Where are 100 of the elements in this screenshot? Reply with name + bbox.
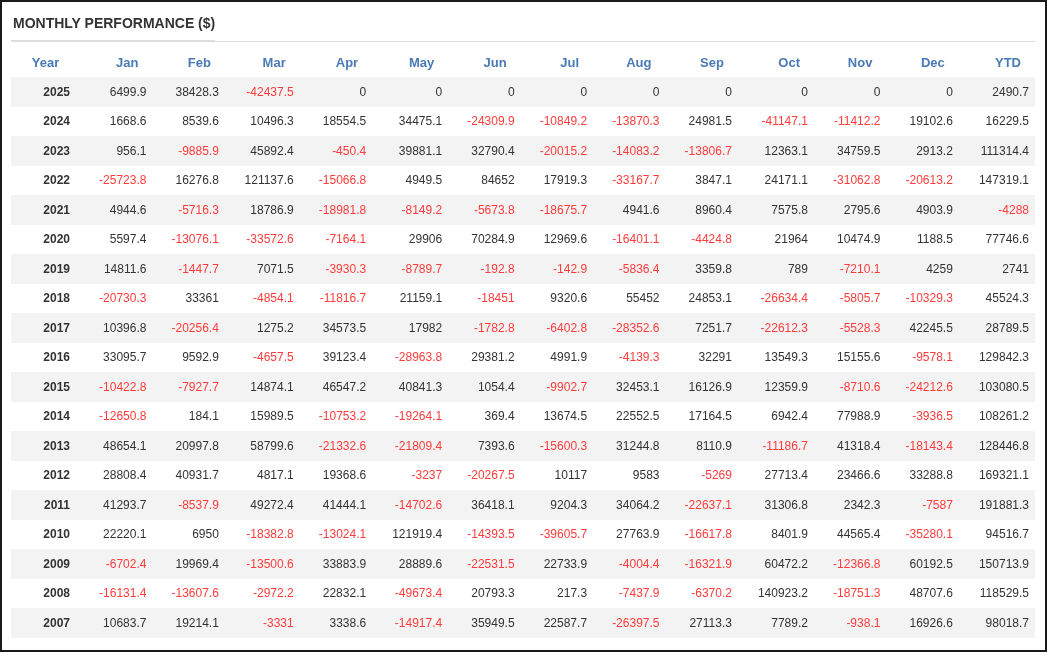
table-cell: -12650.8 (80, 401, 153, 431)
table-cell: 6499.9 (80, 77, 153, 107)
table-cell: 31244.8 (593, 431, 666, 461)
table-cell: 58799.6 (224, 431, 300, 461)
table-cell: 29381.2 (448, 342, 521, 372)
table-cell: -8537.9 (152, 490, 225, 520)
table-cell: -14917.4 (372, 608, 449, 638)
table-cell: -22531.5 (448, 549, 521, 579)
table-cell: 118529.5 (958, 578, 1035, 608)
table-cell: -41147.1 (737, 106, 814, 136)
table-cell: 27113.3 (665, 608, 738, 638)
table-cell: -35280.1 (886, 519, 959, 549)
table-cell: 10683.7 (80, 608, 153, 638)
table-cell: 36418.1 (448, 490, 521, 520)
table-cell: 12359.9 (737, 372, 814, 402)
table-cell: 39881.1 (372, 136, 449, 166)
table-cell: -5836.4 (593, 254, 666, 284)
table-cell: -18981.8 (299, 195, 373, 225)
table-cell: 9592.9 (152, 342, 225, 372)
table-cell: 2741 (958, 254, 1035, 284)
column-header: Oct (737, 48, 814, 77)
table-cell: 217.3 (520, 578, 594, 608)
table-cell: 10396.8 (80, 313, 153, 343)
table-cell: 1054.4 (448, 372, 521, 402)
table-cell: 77746.6 (958, 224, 1035, 254)
year-cell: 2024 (11, 106, 80, 136)
table-cell: -192.8 (448, 254, 521, 284)
table-cell: 34759.5 (813, 136, 887, 166)
table-cell: 29906 (372, 224, 449, 254)
table-cell: 38428.3 (152, 77, 225, 107)
table-cell: 60472.2 (737, 549, 814, 579)
table-cell: 4941.6 (593, 195, 666, 225)
table-cell: 16276.8 (152, 165, 225, 195)
table-cell: -14393.5 (448, 519, 521, 549)
year-cell: 2018 (11, 283, 80, 313)
table-cell: 4817.1 (224, 460, 300, 490)
table-cell: 41444.1 (299, 490, 373, 520)
table-cell: 12969.6 (520, 224, 594, 254)
table-cell: 14874.1 (224, 372, 300, 402)
column-header: May (372, 48, 449, 77)
table-cell: 48707.6 (886, 578, 959, 608)
table-cell: 10474.9 (813, 224, 887, 254)
column-header: YTD (958, 48, 1035, 77)
table-cell: -938.1 (813, 608, 887, 638)
table-cell: -4424.8 (665, 224, 738, 254)
table-cell: 21159.1 (372, 283, 449, 313)
table-cell: 32291 (665, 342, 738, 372)
table-cell: 24171.1 (737, 165, 814, 195)
table-cell: 12363.1 (737, 136, 814, 166)
table-cell: -5805.7 (813, 283, 887, 313)
table-cell: 7789.2 (737, 608, 814, 638)
table-cell: 19368.6 (299, 460, 373, 490)
table-cell: -33167.7 (593, 165, 666, 195)
table-cell: 24853.1 (665, 283, 738, 313)
table-cell: 28789.5 (958, 313, 1035, 343)
table-cell: -26397.5 (593, 608, 666, 638)
table-cell: -20015.2 (520, 136, 594, 166)
table-cell: 34573.5 (299, 313, 373, 343)
table-cell: -6402.8 (520, 313, 594, 343)
table-cell: 4944.6 (80, 195, 153, 225)
table-cell: -20267.5 (448, 460, 521, 490)
table-cell: -9885.9 (152, 136, 225, 166)
table-cell: -5673.8 (448, 195, 521, 225)
table-cell: -3331 (224, 608, 300, 638)
table-cell: 27763.9 (593, 519, 666, 549)
table-cell: 60192.5 (886, 549, 959, 579)
table-cell: 46547.2 (299, 372, 373, 402)
table-cell: 3338.6 (299, 608, 373, 638)
table-cell: 4903.9 (886, 195, 959, 225)
table-cell: -16131.4 (80, 578, 153, 608)
table-cell: 169321.1 (958, 460, 1035, 490)
table-cell: -22637.1 (665, 490, 738, 520)
table-cell: 33288.8 (886, 460, 959, 490)
table-cell: 42245.5 (886, 313, 959, 343)
table-cell: 45524.3 (958, 283, 1035, 313)
table-cell: 9320.6 (520, 283, 594, 313)
table-cell: -10849.2 (520, 106, 594, 136)
table-cell: 0 (886, 77, 959, 107)
table-cell: 140923.2 (737, 578, 814, 608)
table-cell: -13500.6 (224, 549, 300, 579)
table-cell: 19969.4 (152, 549, 225, 579)
table-cell: 98018.7 (958, 608, 1035, 638)
table-cell: 19214.1 (152, 608, 225, 638)
table-cell: 191881.3 (958, 490, 1035, 520)
table-cell: 121137.6 (224, 165, 300, 195)
table-cell: -7587 (886, 490, 959, 520)
column-header: Nov (813, 48, 887, 77)
year-cell: 2022 (11, 165, 80, 195)
table-cell: -450.4 (299, 136, 373, 166)
table-cell: 14811.6 (80, 254, 153, 284)
table-cell: -5528.3 (813, 313, 887, 343)
table-cell: 8960.4 (665, 195, 738, 225)
table-cell: 369.4 (448, 401, 521, 431)
table-cell: -11412.2 (813, 106, 887, 136)
table-cell: 20997.8 (152, 431, 225, 461)
table-cell: 128446.8 (958, 431, 1035, 461)
table-cell: 41318.4 (813, 431, 887, 461)
year-cell: 2012 (11, 460, 80, 490)
table-cell: 45892.4 (224, 136, 300, 166)
table-cell: 40931.7 (152, 460, 225, 490)
